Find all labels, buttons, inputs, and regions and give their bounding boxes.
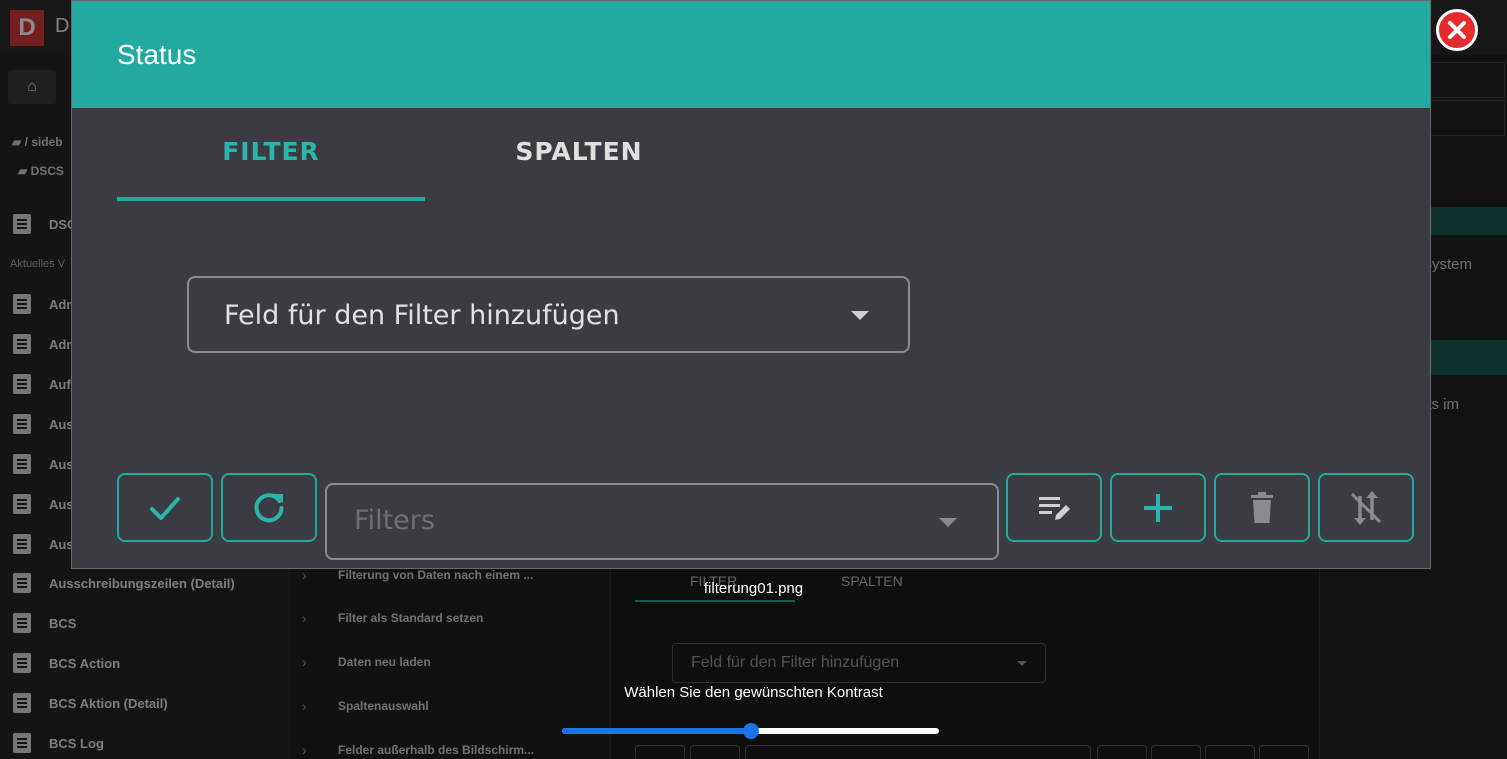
dialog-title: Status xyxy=(117,39,197,70)
contrast-label: Wählen Sie den gewünschten Kontrast xyxy=(624,684,883,701)
edit-filter-button[interactable] xyxy=(1006,473,1102,542)
image-filename: filterung01.png xyxy=(703,580,804,597)
trash-icon xyxy=(1251,491,1273,523)
add-filter-button[interactable] xyxy=(1110,473,1206,542)
contrast-slider[interactable] xyxy=(562,722,939,740)
tab-filter[interactable]: FILTER xyxy=(117,137,425,177)
refresh-icon xyxy=(254,492,284,522)
delete-filter-button[interactable] xyxy=(1214,473,1310,542)
caret-down-icon xyxy=(851,311,869,320)
close-button[interactable] xyxy=(1436,9,1478,51)
sort-off-button[interactable] xyxy=(1318,473,1414,542)
saved-filters-select[interactable]: Filters xyxy=(325,483,999,560)
caret-down-icon xyxy=(939,518,957,527)
active-tab-indicator xyxy=(117,197,425,201)
check-icon xyxy=(150,496,180,520)
add-filter-field-select[interactable]: Feld für den Filter hinzufügen xyxy=(187,276,910,353)
dialog-header: Status xyxy=(72,1,1430,108)
sort-off-icon xyxy=(1350,490,1382,525)
plus-icon xyxy=(1144,493,1172,522)
saved-filters-placeholder: Filters xyxy=(354,505,435,536)
reload-button[interactable] xyxy=(221,473,317,542)
close-icon xyxy=(1448,21,1466,39)
edit-list-icon xyxy=(1039,496,1070,520)
slider-thumb[interactable] xyxy=(742,723,759,739)
status-dialog: Status FILTER SPALTEN Feld für den Filte… xyxy=(71,0,1431,569)
add-filter-field-label: Feld für den Filter hinzufügen xyxy=(224,300,620,331)
apply-filter-button[interactable] xyxy=(117,473,213,542)
tab-spalten[interactable]: SPALTEN xyxy=(425,137,733,177)
slider-fill xyxy=(562,728,751,734)
